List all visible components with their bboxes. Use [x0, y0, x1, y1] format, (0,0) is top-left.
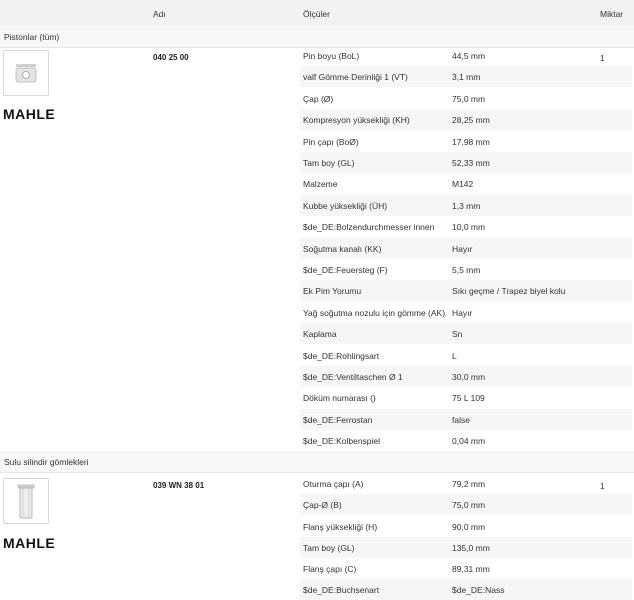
- spec-value: 5,5 mm: [452, 265, 481, 275]
- section-header-cylinder-liners: Sulu silindir gömlekleri: [0, 451, 634, 473]
- spec-value: 17,98 mm: [452, 137, 490, 147]
- spec-row: Kompresyon yüksekliği (KH) 28,25 mm: [300, 109, 632, 130]
- spec-name: Yağ soğutma nozulu için gömme (AK): [303, 308, 446, 318]
- spec-value: 1,3 mm: [452, 201, 481, 211]
- spec-row: Ek Pim Yorumu Sıkı geçme / Trapez biyel …: [300, 280, 632, 301]
- spec-value: Sıkı geçme / Trapez biyel kolu: [452, 286, 566, 296]
- spec-row: Flanş çapı (C) 89,31 mm: [300, 558, 632, 579]
- spec-value: 79,2 mm: [452, 479, 486, 489]
- spec-name: Ek Pim Yorumu: [303, 286, 362, 296]
- spec-name: Flanş çapı (C): [303, 564, 357, 574]
- section-title: Sulu silindir gömlekleri: [4, 457, 89, 467]
- spec-row: Çap (Ø) 75,0 mm: [300, 88, 632, 109]
- spec-name: $de_DE:Ventiltaschen Ø 1: [303, 372, 403, 382]
- spec-name: Oturma çapı (A): [303, 479, 364, 489]
- spec-name: Pin boyu (BoL): [303, 51, 360, 61]
- spec-name: valf Gömme Derinliği 1 (VT): [303, 72, 408, 82]
- spec-name: $de_DE:Buchsenart: [303, 585, 380, 595]
- spec-name: $de_DE:Feuersteg (F): [303, 265, 388, 275]
- section-title: Pistonlar (tüm): [4, 32, 60, 42]
- spec-name: Flanş yüksekliği (H): [303, 522, 378, 532]
- spec-name: Malzeme: [303, 179, 338, 189]
- spec-row: Malzeme M142: [300, 173, 632, 194]
- spec-name: $de_DE:Rohlingsart: [303, 351, 380, 361]
- spec-row: Tam boy (GL) 135,0 mm: [300, 537, 632, 558]
- spec-row: $de_DE:Buchsenart $de_DE:Nass: [300, 579, 632, 600]
- spec-name: Pin çapı (BoØ): [303, 137, 359, 147]
- spec-name: $de_DE:Ferrostan: [303, 415, 373, 425]
- spec-value: 44,5 mm: [452, 51, 486, 61]
- spec-row: $de_DE:Ferrostan false: [300, 409, 632, 430]
- article-number[interactable]: 040 25 00: [153, 53, 189, 62]
- spec-row: Oturma çapı (A) 79,2 mm: [300, 473, 632, 494]
- liner-thumbnail[interactable]: [3, 478, 49, 524]
- spec-name: Döküm numarası (): [303, 393, 376, 403]
- spec-value: 3,1 mm: [452, 72, 481, 82]
- spec-value: 89,31 mm: [452, 564, 490, 574]
- spec-row: $de_DE:Kolbenspiel 0,04 mm: [300, 430, 632, 451]
- mahle-logo: MAHLE: [3, 106, 55, 122]
- spec-name: Çap-Ø (B): [303, 500, 342, 510]
- spec-value: Sn: [452, 329, 463, 339]
- spec-row: Çap-Ø (B) 75,0 mm: [300, 494, 632, 515]
- spec-name: $de_DE:Bolzendurchmesser innen: [303, 222, 435, 232]
- spec-value: false: [452, 415, 470, 425]
- spec-row: Soğutma kanalı (KK) Hayır: [300, 238, 632, 259]
- mahle-logo: MAHLE: [3, 535, 55, 551]
- mahle-logo-text: MAHLE: [3, 535, 55, 551]
- spec-row: Kaplama Sn: [300, 323, 632, 344]
- spec-row: Flanş yüksekliği (H) 90,0 mm: [300, 516, 632, 537]
- spec-value: 52,33 mm: [452, 158, 490, 168]
- spec-value: 30,0 mm: [452, 372, 486, 382]
- spec-name: Tam boy (GL): [303, 158, 355, 168]
- mahle-logo-text: MAHLE: [3, 106, 55, 122]
- spec-name: Kompresyon yüksekliği (KH): [303, 115, 410, 125]
- spec-row: valf Gömme Derinliği 1 (VT) 3,1 mm: [300, 66, 632, 87]
- spec-value: L: [452, 351, 457, 361]
- spec-value: 135,0 mm: [452, 543, 490, 553]
- spec-value: 75,0 mm: [452, 94, 486, 104]
- spec-value: 90,0 mm: [452, 522, 486, 532]
- spec-value: Hayır: [452, 308, 473, 318]
- header-dimensions: Ölçüler: [303, 9, 330, 19]
- piston-thumbnail[interactable]: [3, 50, 49, 96]
- spec-value: M142: [452, 179, 474, 189]
- spec-name: Tam boy (GL): [303, 543, 355, 553]
- spec-row: Tam boy (GL) 52,33 mm: [300, 152, 632, 173]
- spec-value: $de_DE:Nass: [452, 585, 505, 595]
- spec-value: 10,0 mm: [452, 222, 486, 232]
- spec-row: $de_DE:Bolzendurchmesser innen 10,0 mm: [300, 216, 632, 237]
- spec-row: Kubbe yüksekliği (ÜH) 1,3 mm: [300, 195, 632, 216]
- spec-name: Çap (Ø): [303, 94, 334, 104]
- table-header: Adı Ölçüler Miktar: [0, 0, 634, 27]
- spec-value: Hayır: [452, 244, 473, 254]
- spec-name: Kubbe yüksekliği (ÜH): [303, 201, 388, 211]
- header-name: Adı: [153, 9, 166, 19]
- spec-value: 0,04 mm: [452, 436, 486, 446]
- spec-row: Pin boyu (BoL) 44,5 mm: [300, 45, 632, 66]
- spec-value: 75 L 109: [452, 393, 485, 403]
- piston-image: [15, 64, 37, 83]
- article-number[interactable]: 039 WN 38 01: [153, 481, 204, 490]
- spec-row: $de_DE:Rohlingsart L: [300, 345, 632, 366]
- spec-row: Yağ soğutma nozulu için gömme (AK) Hayır: [300, 302, 632, 323]
- spec-row: $de_DE:Ventiltaschen Ø 1 30,0 mm: [300, 366, 632, 387]
- spec-row: $de_DE:Feuersteg (F) 5,5 mm: [300, 259, 632, 280]
- spec-name: $de_DE:Kolbenspiel: [303, 436, 381, 446]
- cylinder-liner-image: [17, 484, 35, 519]
- spec-row: Döküm numarası () 75 L 109: [300, 387, 632, 408]
- spec-name: Kaplama: [303, 329, 337, 339]
- spec-name: Soğutma kanalı (KK): [303, 244, 382, 254]
- spec-value: 28,25 mm: [452, 115, 490, 125]
- header-quantity: Miktar: [600, 9, 624, 19]
- spec-row: Pin çapı (BoØ) 17,98 mm: [300, 131, 632, 152]
- spec-value: 75,0 mm: [452, 500, 486, 510]
